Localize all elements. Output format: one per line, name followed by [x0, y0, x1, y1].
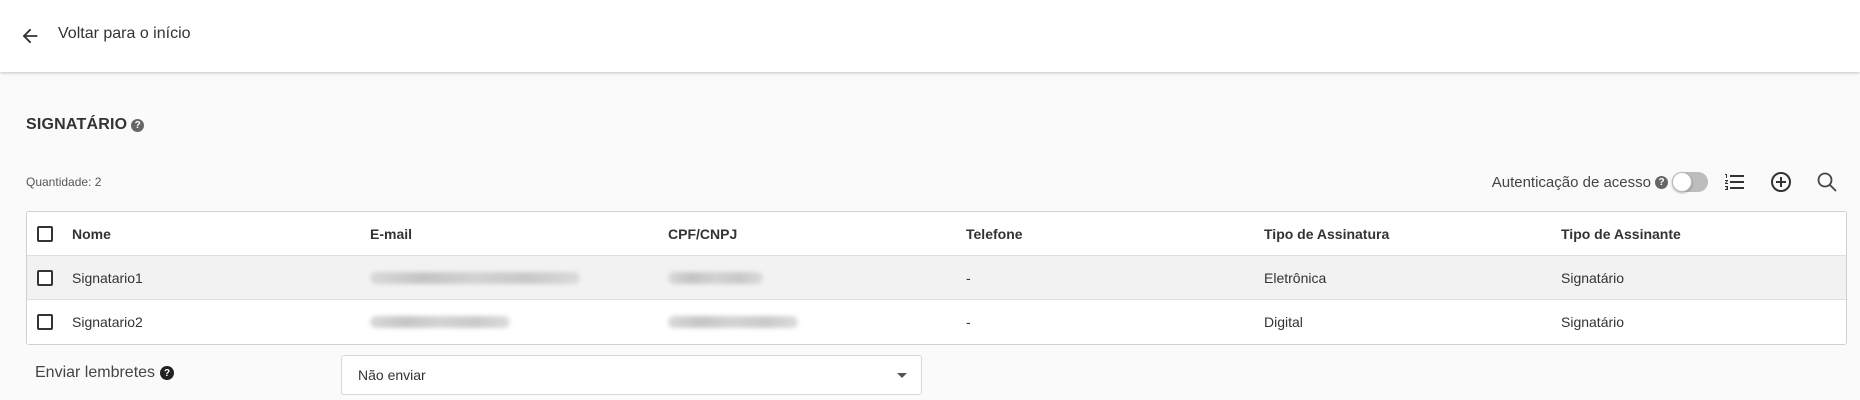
cell-tipo-assinante: Signatário — [1561, 314, 1625, 330]
reminders-label: Enviar lembretes ? — [35, 364, 175, 382]
table-toolbar: Autenticação de acesso ? — [1492, 168, 1842, 196]
help-circle-icon[interactable]: ? — [131, 118, 145, 132]
cell-email-redacted — [370, 256, 580, 300]
table-row[interactable]: Signatario2 - Digital Signatário — [27, 300, 1846, 344]
quantity-label: Quantidade: 2 — [26, 175, 102, 189]
ordered-list-icon — [1725, 174, 1744, 190]
cell-nome: Signatario2 — [72, 314, 143, 330]
add-circle-icon — [1771, 172, 1791, 192]
cell-telefone: - — [966, 270, 971, 286]
reminders-select[interactable]: Não enviar — [341, 355, 922, 395]
cell-tipo-assinante: Signatário — [1561, 270, 1625, 286]
table-header-row: Nome E-mail CPF/CNPJ Telefone Tipo de As… — [27, 212, 1846, 256]
column-header-email[interactable]: E-mail — [370, 212, 412, 256]
reminders-help-icon[interactable]: ? — [160, 366, 175, 380]
select-all-cell — [37, 212, 57, 256]
back-link-label[interactable]: Voltar para o início — [58, 25, 191, 43]
cell-tipo-assinatura: Digital — [1264, 314, 1303, 330]
chevron-down-icon — [897, 373, 907, 378]
redacted-email — [370, 316, 510, 328]
reminders-label-text: Enviar lembretes — [35, 364, 156, 381]
cell-nome: Signatario1 — [72, 270, 143, 286]
cell-cpf-redacted — [668, 256, 763, 300]
auth-help-icon[interactable]: ? — [1655, 175, 1668, 189]
toggle-knob — [1672, 172, 1692, 192]
add-signer-button[interactable] — [1766, 168, 1796, 196]
cell-email-redacted — [370, 300, 510, 344]
row-checkbox[interactable] — [37, 314, 53, 330]
reminders-select-value: Não enviar — [358, 367, 426, 383]
list-order-button[interactable] — [1720, 168, 1750, 196]
select-all-checkbox[interactable] — [37, 226, 53, 242]
column-header-tipo-assinante[interactable]: Tipo de Assinante — [1561, 212, 1681, 256]
search-icon — [1817, 172, 1837, 192]
redacted-cpf — [668, 272, 763, 284]
redacted-email — [370, 272, 580, 284]
back-button[interactable] — [12, 18, 48, 54]
cell-tipo-assinatura: Eletrônica — [1264, 270, 1327, 286]
table-row[interactable]: Signatario1 - Eletrônica Signatário — [27, 256, 1846, 300]
top-bar: Voltar para o início — [0, 0, 1860, 72]
row-select-cell — [37, 256, 57, 300]
arrow-left-icon — [22, 28, 38, 44]
cell-cpf-redacted — [668, 300, 798, 344]
column-header-cpf[interactable]: CPF/CNPJ — [668, 212, 737, 256]
cell-telefone: - — [966, 314, 971, 330]
signers-table: Nome E-mail CPF/CNPJ Telefone Tipo de As… — [26, 211, 1847, 345]
section-title: SIGNATÁRIO ? — [26, 116, 145, 134]
row-select-cell — [37, 300, 57, 344]
auth-label: Autenticação de acesso — [1491, 173, 1651, 191]
column-header-tipo-assinatura[interactable]: Tipo de Assinatura — [1264, 212, 1389, 256]
redacted-cpf — [668, 316, 798, 328]
auth-toggle[interactable] — [1672, 172, 1708, 192]
search-button[interactable] — [1812, 168, 1842, 196]
section-title-text: SIGNATÁRIO — [26, 116, 128, 133]
row-checkbox[interactable] — [37, 270, 53, 286]
column-header-nome[interactable]: Nome — [72, 212, 111, 256]
column-header-telefone[interactable]: Telefone — [966, 212, 1023, 256]
